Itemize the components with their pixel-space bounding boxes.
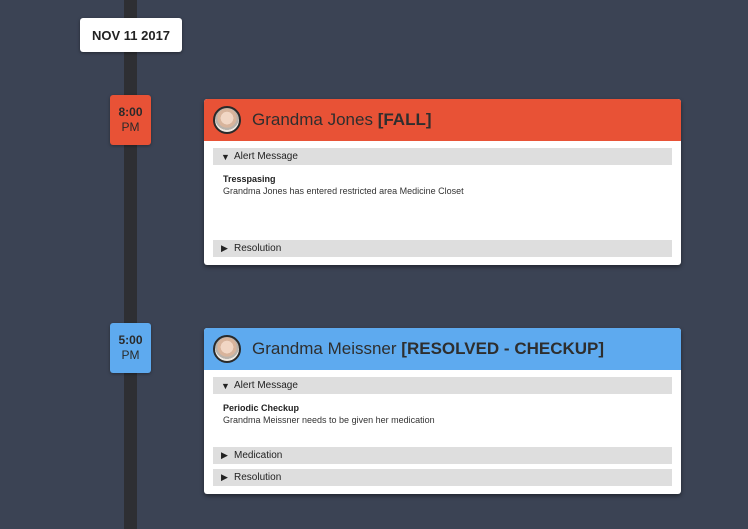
card-title: Grandma Meissner [RESOLVED - CHECKUP] bbox=[252, 339, 604, 359]
resident-name: Grandma Jones bbox=[252, 110, 373, 129]
alert-text: Grandma Jones has entered restricted are… bbox=[223, 186, 464, 196]
triangle-down-icon: ▼ bbox=[221, 151, 230, 162]
alert-title: Tresspasing bbox=[223, 174, 276, 184]
section-label: Medication bbox=[234, 450, 283, 461]
section-label: Alert Message bbox=[234, 380, 298, 391]
time-badge-1: 8:00 PM bbox=[110, 95, 151, 145]
card-header: Grandma Jones [FALL] bbox=[204, 99, 681, 141]
card-header: Grandma Meissner [RESOLVED - CHECKUP] bbox=[204, 328, 681, 370]
card-body: ▼ Alert Message Periodic Checkup Grandma… bbox=[204, 370, 681, 494]
alert-message-content: Tresspasing Grandma Jones has entered re… bbox=[213, 165, 672, 240]
resident-name: Grandma Meissner bbox=[252, 339, 397, 358]
card-body: ▼ Alert Message Tresspasing Grandma Jone… bbox=[204, 141, 681, 265]
resolution-toggle[interactable]: ▶ Resolution bbox=[213, 469, 672, 486]
triangle-right-icon: ▶ bbox=[221, 450, 228, 460]
status-tag: [RESOLVED - CHECKUP] bbox=[401, 339, 605, 358]
alert-message-content: Periodic Checkup Grandma Meissner needs … bbox=[213, 394, 672, 447]
triangle-down-icon: ▼ bbox=[221, 380, 230, 391]
alert-text: Grandma Meissner needs to be given her m… bbox=[223, 415, 435, 425]
resolution-toggle[interactable]: ▶ Resolution bbox=[213, 240, 672, 257]
event-card-grandma-meissner: Grandma Meissner [RESOLVED - CHECKUP] ▼ … bbox=[204, 328, 681, 494]
status-tag: [FALL] bbox=[377, 110, 432, 129]
date-badge: NOV 11 2017 bbox=[80, 18, 182, 52]
date-label: NOV 11 2017 bbox=[91, 27, 171, 43]
section-label: Resolution bbox=[234, 243, 282, 254]
triangle-right-icon: ▶ bbox=[221, 472, 228, 482]
event-card-grandma-jones: Grandma Jones [FALL] ▼ Alert Message Tre… bbox=[204, 99, 681, 265]
medication-toggle[interactable]: ▶ Medication bbox=[213, 447, 672, 464]
time-value: 5:00 bbox=[118, 333, 143, 347]
timeline-line bbox=[124, 0, 137, 529]
avatar[interactable] bbox=[213, 335, 241, 363]
time-badge-2: 5:00 PM bbox=[110, 323, 151, 373]
section-label: Resolution bbox=[234, 472, 282, 483]
time-period: PM bbox=[121, 348, 140, 362]
alert-title: Periodic Checkup bbox=[223, 403, 300, 413]
section-label: Alert Message bbox=[234, 151, 298, 162]
avatar[interactable] bbox=[213, 106, 241, 134]
card-title: Grandma Jones [FALL] bbox=[252, 110, 432, 130]
time-period: PM bbox=[121, 120, 140, 134]
alert-message-toggle[interactable]: ▼ Alert Message bbox=[213, 377, 672, 394]
alert-message-toggle[interactable]: ▼ Alert Message bbox=[213, 148, 672, 165]
time-value: 8:00 bbox=[118, 105, 143, 119]
triangle-right-icon: ▶ bbox=[221, 243, 228, 253]
